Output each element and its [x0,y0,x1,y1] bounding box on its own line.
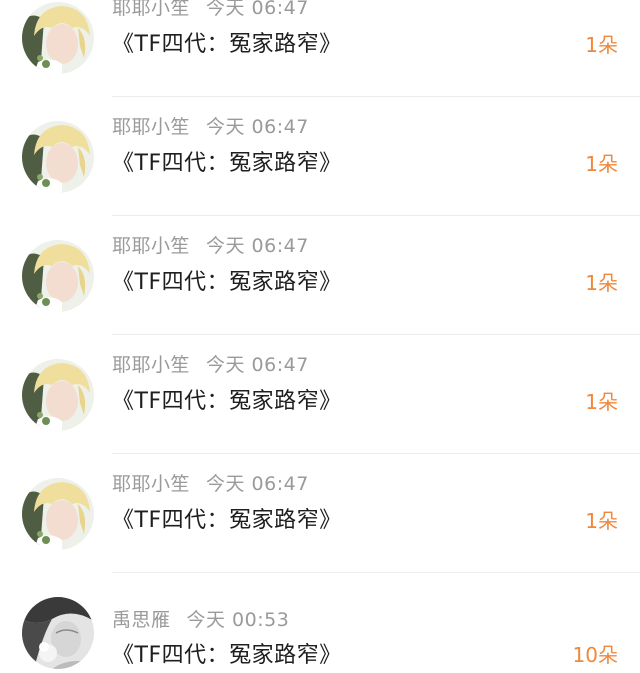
user-avatar-blonde-icon[interactable] [22,2,94,74]
username[interactable]: 耶耶小笙 [112,354,190,376]
timestamp: 今天 06:47 [206,116,309,138]
gift-record-list: 耶耶小笙 今天 06:47 《TF四代：冤家路窄》 1朵 耶耶小笙 今天 06:47… [0,0,640,673]
divider [112,453,640,454]
gift-count: 1朵 [585,509,618,533]
list-item[interactable]: 耶耶小笙 今天 06:47 《TF四代：冤家路窄》 1朵 [0,221,640,340]
record-meta: 禹思雁 今天 00:53 [112,605,289,632]
timestamp: 今天 06:47 [206,235,309,257]
record-meta: 耶耶小笙 今天 06:47 [112,231,309,258]
timestamp: 今天 00:53 [186,609,290,631]
user-avatar-blonde-icon[interactable] [22,121,94,193]
username[interactable]: 耶耶小笙 [112,235,190,257]
record-meta: 耶耶小笙 今天 06:47 [112,350,309,377]
username[interactable]: 禹思雁 [112,609,171,631]
user-avatar-monochrome-icon[interactable] [22,597,94,669]
timestamp: 今天 06:47 [206,0,309,19]
timestamp: 今天 06:47 [206,473,309,495]
gift-count: 10朵 [572,643,618,667]
gift-count: 1朵 [585,152,618,176]
gift-count: 1朵 [585,390,618,414]
list-item[interactable]: 耶耶小笙 今天 06:47 《TF四代：冤家路窄》 1朵 [0,340,640,459]
divider [112,215,640,216]
book-title[interactable]: 《TF四代：冤家路窄》 [112,383,342,415]
gift-count: 1朵 [585,33,618,57]
user-avatar-blonde-icon[interactable] [22,359,94,431]
user-avatar-blonde-icon[interactable] [22,240,94,312]
record-meta: 耶耶小笙 今天 06:47 [112,469,309,496]
username[interactable]: 耶耶小笙 [112,0,190,19]
user-avatar-blonde-icon[interactable] [22,478,94,550]
username[interactable]: 耶耶小笙 [112,473,190,495]
divider [112,572,640,573]
book-title[interactable]: 《TF四代：冤家路窄》 [112,26,342,58]
book-title[interactable]: 《TF四代：冤家路窄》 [112,637,342,669]
gift-count: 1朵 [585,271,618,295]
list-item[interactable]: 耶耶小笙 今天 06:47 《TF四代：冤家路窄》 1朵 [0,459,640,578]
timestamp: 今天 06:47 [206,354,309,376]
list-item[interactable]: 耶耶小笙 今天 06:47 《TF四代：冤家路窄》 1朵 [0,102,640,221]
book-title[interactable]: 《TF四代：冤家路窄》 [112,264,342,296]
book-title[interactable]: 《TF四代：冤家路窄》 [112,145,342,177]
divider [112,96,640,97]
list-item[interactable]: 禹思雁 今天 00:53 《TF四代：冤家路窄》 10朵 [0,578,640,673]
record-meta: 耶耶小笙 今天 06:47 [112,0,309,20]
username[interactable]: 耶耶小笙 [112,116,190,138]
book-title[interactable]: 《TF四代：冤家路窄》 [112,502,342,534]
list-item[interactable]: 耶耶小笙 今天 06:47 《TF四代：冤家路窄》 1朵 [0,0,640,102]
record-meta: 耶耶小笙 今天 06:47 [112,112,309,139]
divider [112,334,640,335]
